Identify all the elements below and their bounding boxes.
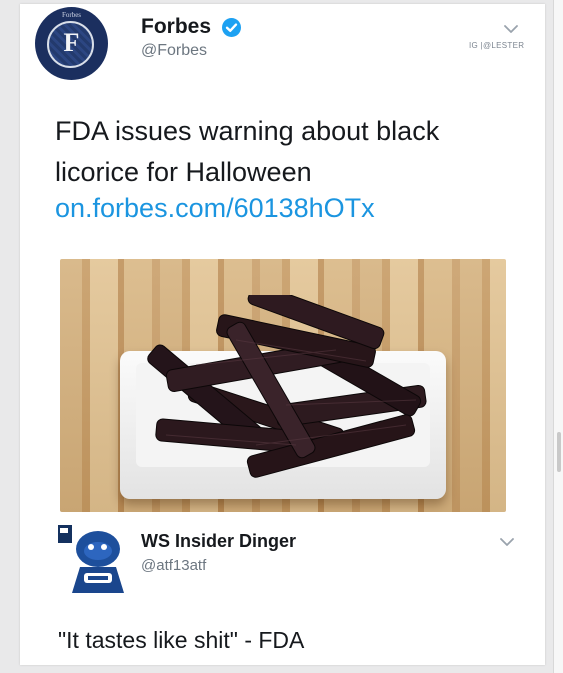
scrollbar-thumb[interactable] bbox=[557, 432, 561, 472]
reply-text: "It tastes like shit" - FDA bbox=[58, 627, 305, 653]
tweet-image[interactable] bbox=[60, 259, 506, 512]
reply-avatar[interactable] bbox=[58, 521, 130, 593]
reply-author-name[interactable]: WS Insider Dinger bbox=[141, 531, 296, 552]
tweet-link[interactable]: on.forbes.com/60138hOTx bbox=[55, 193, 375, 224]
watermark: IG |@LESTER bbox=[469, 41, 525, 50]
licorice-pile bbox=[147, 295, 427, 478]
avatar-letter: F bbox=[63, 28, 80, 57]
chevron-down-icon[interactable] bbox=[499, 535, 515, 553]
reply-author-handle[interactable]: @atf13atf bbox=[141, 557, 206, 574]
verified-badge-icon bbox=[222, 18, 241, 37]
chevron-down-icon[interactable] bbox=[503, 22, 519, 40]
author-avatar[interactable]: Forbes F bbox=[35, 7, 108, 80]
author-name[interactable]: Forbes bbox=[141, 15, 211, 39]
avatar-caption: Forbes bbox=[61, 11, 82, 19]
scrollbar-track[interactable] bbox=[553, 0, 563, 673]
author-handle[interactable]: @Forbes bbox=[141, 42, 207, 60]
tweet-text: FDA issues warning about black licorice … bbox=[55, 116, 440, 187]
